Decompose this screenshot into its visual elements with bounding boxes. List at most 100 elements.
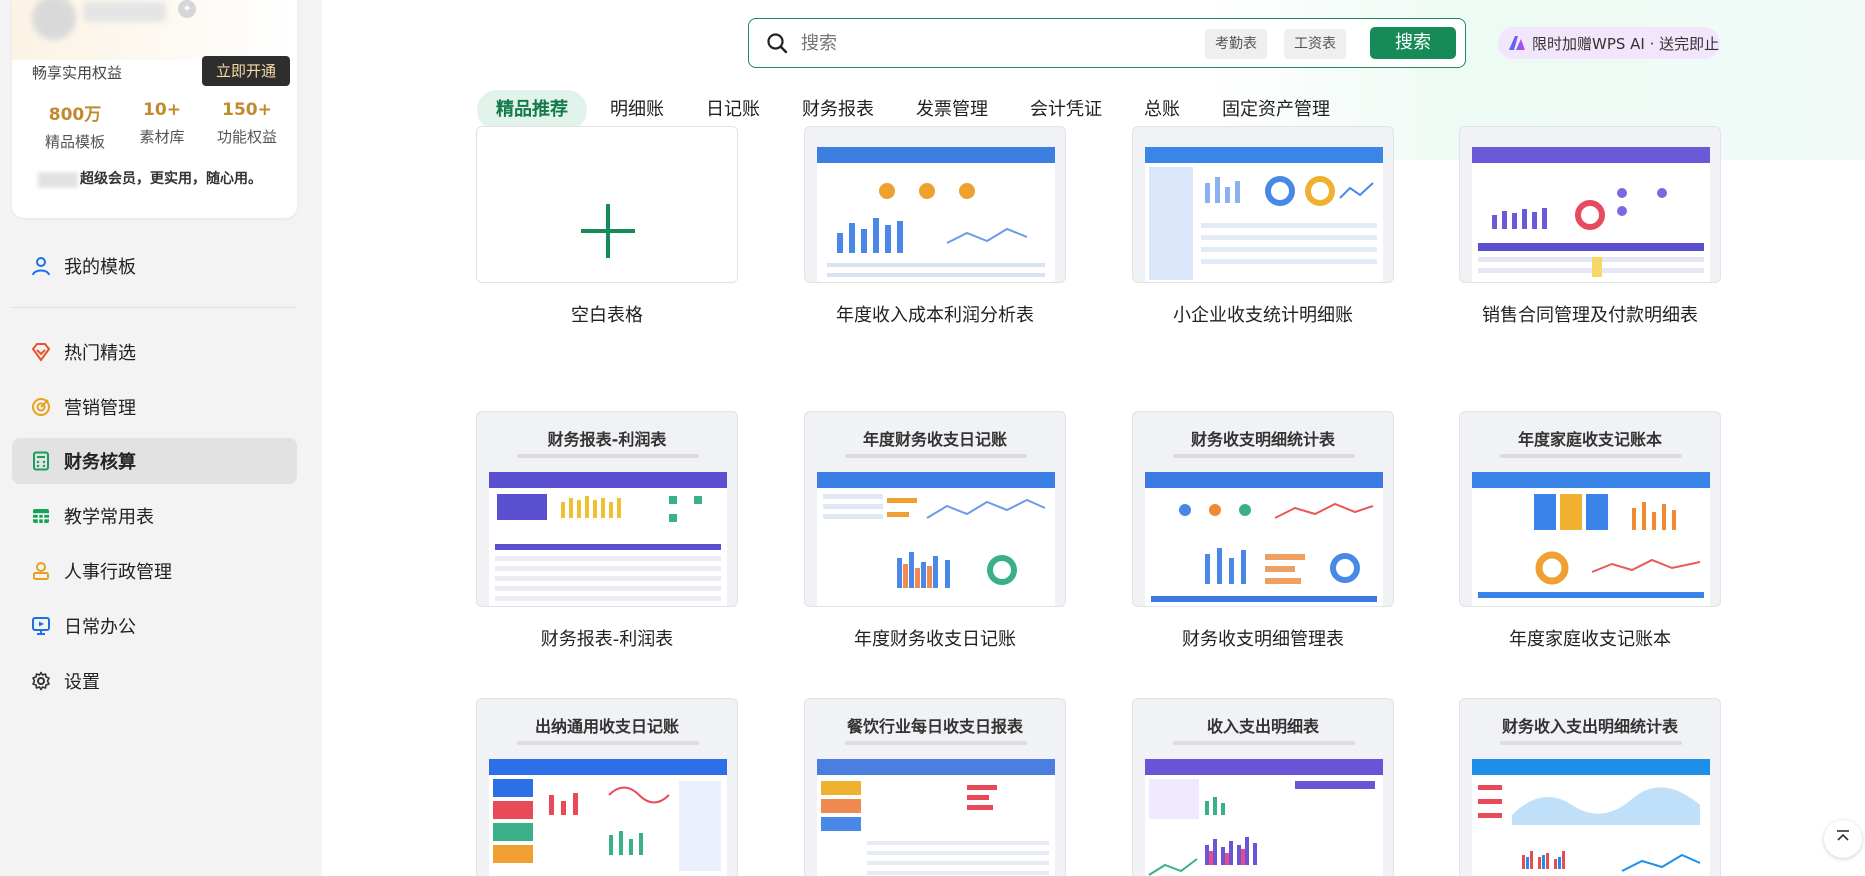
sidebar-item-label: 营销管理 [64, 398, 136, 419]
tab-journal[interactable]: 日记账 [687, 90, 779, 130]
promo-text: 限时加赠WPS AI · 送完即止 [1532, 34, 1720, 53]
calculator-icon [30, 450, 52, 472]
thumbnail-subtitle-bar [1173, 741, 1355, 745]
template-thumbnail: 财务收入支出明细统计表 [1459, 698, 1721, 876]
thumbnail-subtitle-bar [1173, 454, 1355, 458]
sidebar-item-label: 设置 [64, 672, 100, 693]
template-label: 财务报表-利润表 [540, 629, 674, 650]
thumbnail-title: 财务收入支出明细统计表 [1501, 717, 1678, 736]
blank-sheet [477, 127, 737, 282]
template-card[interactable]: 年度家庭收支记账本 年度家庭收支记账本 [1459, 411, 1721, 651]
sheet-preview [489, 472, 727, 606]
thumbnail-subtitle-bar [517, 454, 699, 458]
sheet-preview [817, 472, 1055, 606]
sidebar-item-my-templates[interactable]: 我的模板 [12, 243, 297, 289]
sheet-header-bar [817, 759, 1055, 775]
member-card: ✦ 畅享实用权益 立即开通 800万 精品模板 10+ 素材库 150+ 功能权… [12, 0, 297, 218]
back-to-top-button[interactable] [1824, 820, 1862, 858]
thumbnail-subtitle-bar [845, 454, 1027, 458]
sidebar-item-hr[interactable]: 人事行政管理 [12, 548, 297, 594]
template-label: 小企业收支统计明细账 [1173, 305, 1353, 326]
thumbnail-title: 财务收支明细统计表 [1190, 430, 1335, 449]
sheet-header-bar [1472, 472, 1710, 488]
sidebar: ✦ 畅享实用权益 立即开通 800万 精品模板 10+ 素材库 150+ 功能权… [0, 0, 322, 876]
user-name-blurred [84, 2, 166, 22]
tab-accounting-voucher[interactable]: 会计凭证 [1011, 90, 1121, 130]
tab-detail-ledger[interactable]: 明细账 [591, 90, 683, 130]
tab-fixed-assets[interactable]: 固定资产管理 [1203, 90, 1349, 130]
template-thumbnail [1132, 126, 1394, 283]
sidebar-item-label: 教学常用表 [64, 507, 154, 528]
thumbnail-title: 收入支出明细表 [1206, 717, 1319, 736]
search-icon [765, 31, 789, 59]
slogan-prefix-blurred [38, 172, 78, 188]
tab-invoice-management[interactable]: 发票管理 [897, 90, 1007, 130]
search-bar[interactable]: 考勤表 工资表 搜索 [748, 18, 1466, 68]
template-card[interactable]: 销售合同管理及付款明细表 [1459, 126, 1721, 327]
sheet-preview [1145, 147, 1383, 282]
sidebar-item-marketing[interactable]: 营销管理 [12, 384, 297, 430]
sheet-preview [817, 759, 1055, 876]
sheet-header-bar [1145, 472, 1383, 488]
gear-icon [30, 670, 52, 692]
sheet-preview [1472, 759, 1710, 876]
sheet-preview [1145, 472, 1383, 606]
member-slogan: 超级会员，更实用，随心用。 [80, 171, 262, 187]
stat-features: 150+ 功能权益 [202, 100, 292, 147]
thumbnail-title: 出纳通用收支日记账 [534, 717, 679, 736]
sidebar-item-label: 人事行政管理 [64, 562, 172, 583]
sidebar-divider [12, 307, 297, 308]
sheet-header-bar [817, 472, 1055, 488]
template-label: 空白表格 [571, 305, 643, 326]
stat-value: 800万 [48, 105, 102, 125]
sidebar-item-office[interactable]: 日常办公 [12, 603, 297, 649]
template-card[interactable]: 财务收入支出明细统计表 [1459, 698, 1721, 876]
sidebar-item-hot[interactable]: 热门精选 [12, 329, 297, 375]
template-card[interactable]: 财务收支明细统计表 财务收支明细管理表 [1132, 411, 1394, 651]
template-card-blank[interactable]: 空白表格 [476, 126, 738, 327]
template-card[interactable]: 出纳通用收支日记账 [476, 698, 738, 876]
sheet-preview [1472, 472, 1710, 606]
template-thumbnail [1459, 126, 1721, 283]
search-input[interactable] [801, 29, 1181, 57]
sheet-header-bar [489, 759, 727, 775]
sidebar-item-finance[interactable]: 财务核算 [12, 438, 297, 484]
tab-featured[interactable]: 精品推荐 [477, 90, 587, 130]
template-card[interactable]: 财务报表-利润表 财务报表-利润表 [476, 411, 738, 651]
stat-materials: 10+ 素材库 [117, 100, 207, 147]
template-card[interactable]: 餐饮行业每日收支日报表 [804, 698, 1066, 876]
main-content: 考勤表 工资表 搜索 限时加赠WPS AI · 送完即止 精品推荐 明细账 日记… [322, 0, 1865, 876]
thumbnail-subtitle-bar [845, 741, 1027, 745]
search-chip-salary[interactable]: 工资表 [1284, 29, 1346, 59]
template-thumbnail: 年度家庭收支记账本 [1459, 411, 1721, 607]
vip-badge-icon: ✦ [178, 0, 196, 18]
arrow-up-icon [1834, 828, 1852, 850]
sidebar-item-label: 财务核算 [64, 452, 136, 473]
sheet-header-bar [1145, 147, 1383, 163]
template-card[interactable]: 年度收入成本利润分析表 [804, 126, 1066, 327]
template-thumbnail: 财务报表-利润表 [476, 411, 738, 607]
template-thumbnail: 财务收支明细统计表 [1132, 411, 1394, 607]
template-card[interactable]: 年度财务收支日记账 年度财务收支日记账 [804, 411, 1066, 651]
tab-general-ledger[interactable]: 总账 [1125, 90, 1199, 130]
sidebar-item-label: 我的模板 [64, 257, 136, 278]
template-label: 财务收支明细管理表 [1182, 629, 1344, 650]
template-card[interactable]: 收入支出明细表 [1132, 698, 1394, 876]
user-icon [30, 255, 52, 277]
tab-financial-statements[interactable]: 财务报表 [783, 90, 893, 130]
sheet-header-bar [1472, 147, 1710, 163]
presentation-icon [30, 615, 52, 637]
ai-promo-banner[interactable]: 限时加赠WPS AI · 送完即止 [1498, 27, 1720, 59]
open-membership-button[interactable]: 立即开通 [202, 56, 290, 86]
thumbnail-subtitle-bar [1500, 454, 1682, 458]
heart-diamond-icon [30, 341, 52, 363]
stat-label: 精品模板 [44, 133, 105, 151]
stat-templates: 800万 精品模板 [30, 100, 120, 152]
search-button[interactable]: 搜索 [1370, 27, 1456, 59]
search-chip-attendance[interactable]: 考勤表 [1205, 29, 1267, 59]
template-label: 年度财务收支日记账 [854, 629, 1016, 650]
stat-value: 10+ [143, 100, 181, 120]
sidebar-item-teaching[interactable]: 教学常用表 [12, 493, 297, 539]
sidebar-item-settings[interactable]: 设置 [12, 658, 297, 704]
template-card[interactable]: 小企业收支统计明细账 [1132, 126, 1394, 327]
